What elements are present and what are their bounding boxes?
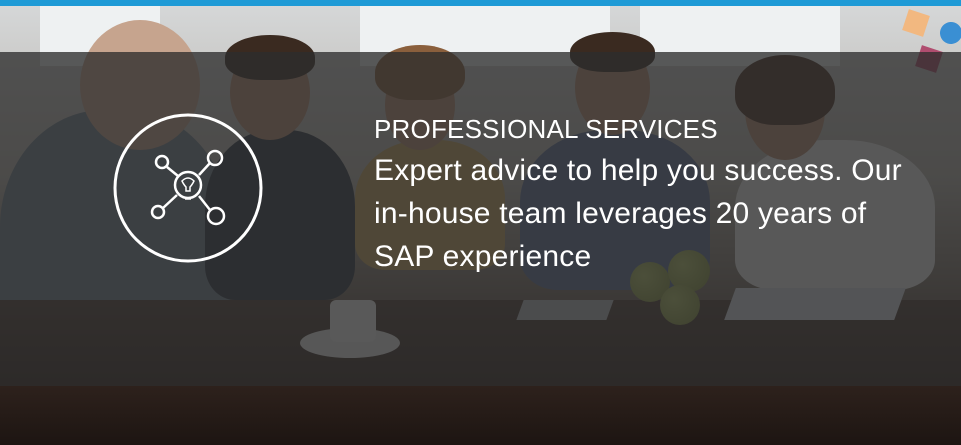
lightbulb-network-icon: [113, 113, 263, 263]
sticky-note: [937, 19, 961, 47]
section-kicker: PROFESSIONAL SERVICES: [374, 114, 718, 144]
hero-text: PROFESSIONAL SERVICES Expert advice to h…: [374, 109, 934, 278]
sticky-note: [902, 9, 930, 37]
section-description: Expert advice to help you success. Our i…: [374, 154, 902, 273]
